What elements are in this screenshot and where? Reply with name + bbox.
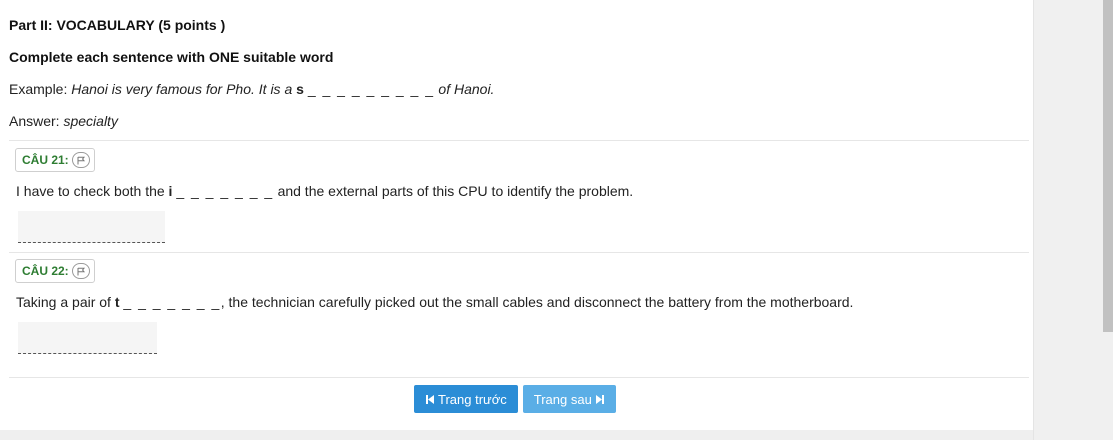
divider	[9, 252, 1029, 253]
skip-next-icon	[595, 394, 605, 405]
question-tag-22: CÂU 22:	[15, 259, 95, 283]
question-text-before: I have to check both the	[16, 183, 165, 199]
question-number: CÂU 22:	[22, 264, 69, 278]
question-text-22: Taking a pair of t _ _ _ _ _ _ _, the te…	[16, 294, 853, 310]
skip-prev-icon	[425, 394, 435, 405]
question-number: CÂU 21:	[22, 153, 69, 167]
question-text-after: and the external parts of this CPU to id…	[277, 183, 634, 199]
prev-page-button[interactable]: Trang trước	[414, 385, 518, 413]
divider	[9, 140, 1029, 141]
section-title: Part II: VOCABULARY (5 points )	[9, 17, 226, 33]
example-letter: s	[296, 81, 304, 97]
flag-icon[interactable]	[71, 152, 90, 168]
example-text-before: Hanoi is very famous for Pho. It is a	[71, 81, 293, 97]
question-text-before: Taking a pair of	[16, 294, 111, 310]
question-letter: t	[114, 294, 120, 310]
question-blank: _ _ _ _ _ _ _	[176, 183, 274, 199]
prev-page-label: Trang trước	[438, 391, 507, 407]
example-label: Example:	[9, 81, 68, 97]
next-page-label: Trang sau	[533, 391, 592, 407]
answer-input-22[interactable]	[18, 322, 157, 354]
flag-icon[interactable]	[71, 263, 90, 279]
question-blank: _ _ _ _ _ _ _	[123, 294, 221, 310]
answer-input-21[interactable]	[18, 211, 165, 243]
answer-label: Answer:	[9, 113, 60, 129]
right-gutter	[1033, 0, 1113, 440]
answer-value: specialty	[63, 113, 118, 129]
quiz-panel: Part II: VOCABULARY (5 points ) Complete…	[0, 0, 1033, 430]
question-letter: i	[168, 183, 173, 199]
page-footer-strip	[0, 430, 1033, 440]
divider	[9, 377, 1029, 378]
example-text-after: of Hanoi.	[438, 81, 495, 97]
example-blank: _ _ _ _ _ _ _ _ _	[307, 81, 435, 97]
question-tag-21: CÂU 21:	[15, 148, 95, 172]
question-text-after: , the technician carefully picked out th…	[220, 294, 854, 310]
example-answer-line: Answer: specialty	[9, 113, 118, 129]
example-line: Example: Hanoi is very famous for Pho. I…	[9, 81, 494, 97]
question-text-21: I have to check both the i _ _ _ _ _ _ _…	[16, 183, 633, 199]
scrollbar-thumb[interactable]	[1103, 0, 1113, 332]
section-instruction: Complete each sentence with ONE suitable…	[9, 49, 334, 65]
pagination: Trang trước Trang sau	[414, 385, 616, 413]
next-page-button[interactable]: Trang sau	[522, 385, 616, 413]
